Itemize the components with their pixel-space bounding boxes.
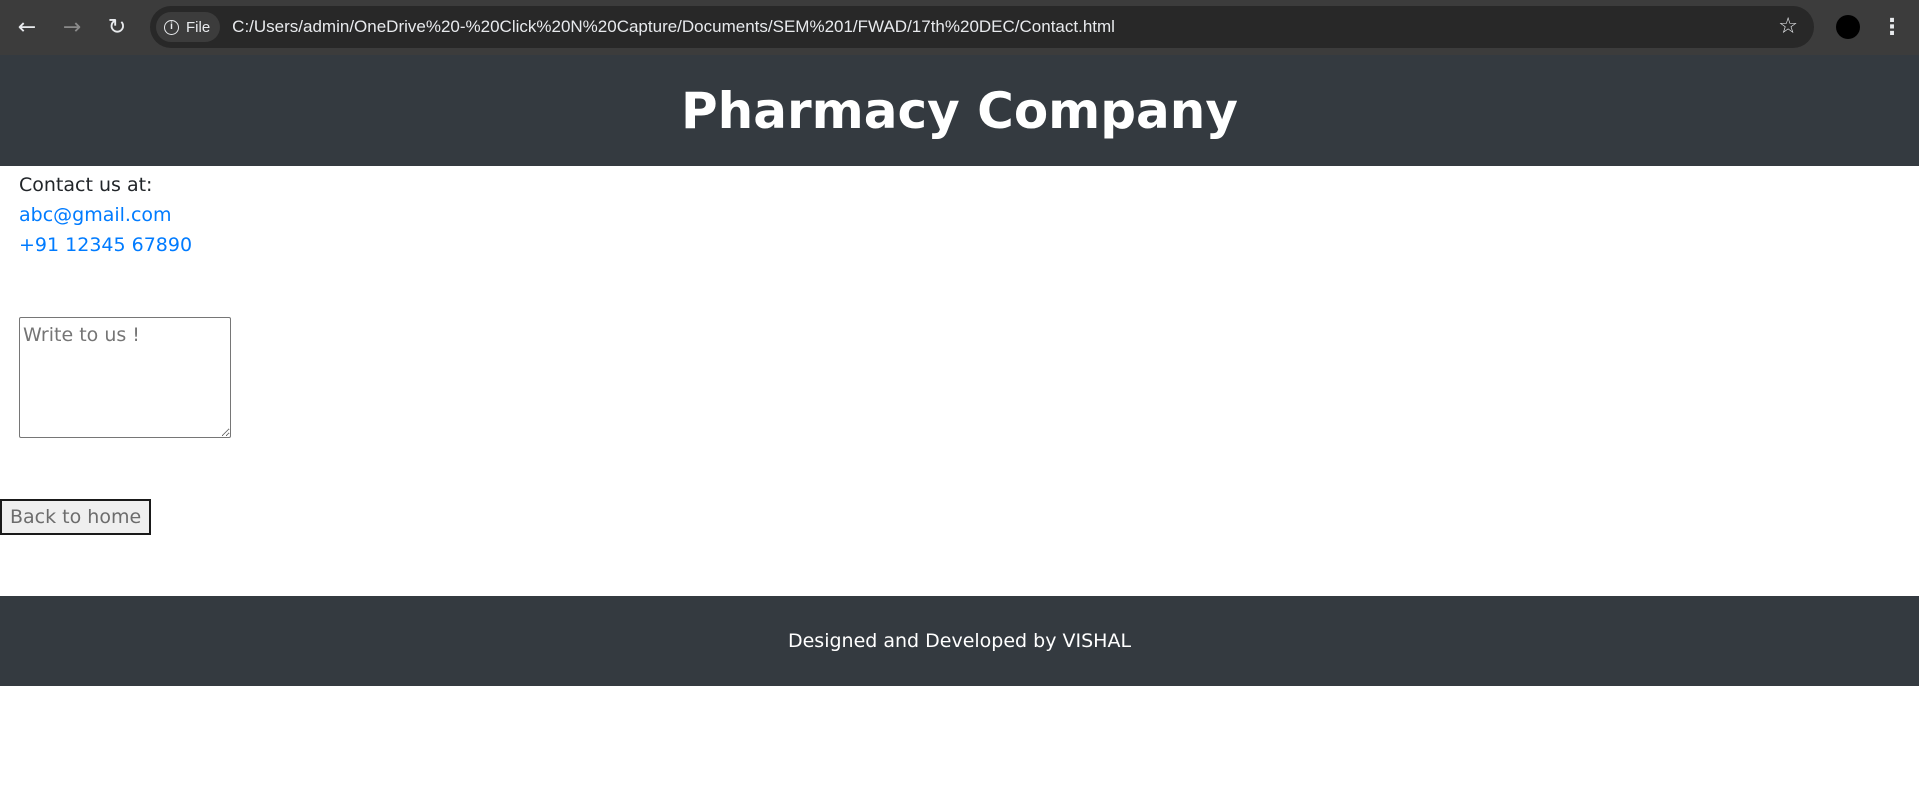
bookmark-star-icon[interactable]: ☆ — [1778, 14, 1798, 39]
info-icon: i — [164, 19, 179, 35]
site-footer: Designed and Developed by VISHAL — [0, 596, 1919, 686]
reload-icon[interactable]: ↻ — [99, 9, 135, 45]
contact-section: Contact us at: abc@gmail.com +91 12345 6… — [0, 166, 1919, 596]
contact-label: Contact us at: — [19, 174, 153, 196]
site-header: Pharmacy Company — [0, 55, 1919, 166]
site-chip-label: File — [186, 18, 211, 36]
address-bar[interactable]: i File C:/Users/admin/OneDrive%20-%20Cli… — [150, 6, 1814, 48]
site-info-chip[interactable]: i File — [156, 12, 221, 42]
profile-avatar-icon[interactable] — [1836, 15, 1860, 39]
url-text[interactable]: C:/Users/admin/OneDrive%20-%20Click%20N%… — [232, 17, 1115, 37]
message-textarea[interactable] — [19, 317, 231, 438]
phone-link[interactable]: +91 12345 67890 — [19, 230, 192, 260]
footer-credit: Designed and Developed by VISHAL — [787, 630, 1132, 652]
back-arrow-icon[interactable]: ← — [9, 9, 45, 45]
email-link[interactable]: abc@gmail.com — [19, 200, 172, 230]
site-title: Pharmacy Company — [681, 81, 1238, 140]
forward-arrow-icon[interactable]: → — [54, 9, 90, 45]
browser-toolbar: ← → ↻ i File C:/Users/admin/OneDrive%20-… — [0, 0, 1919, 55]
kebab-menu-icon[interactable]: ⋮ — [1879, 9, 1905, 45]
back-to-home-button[interactable]: Back to home — [0, 499, 152, 535]
